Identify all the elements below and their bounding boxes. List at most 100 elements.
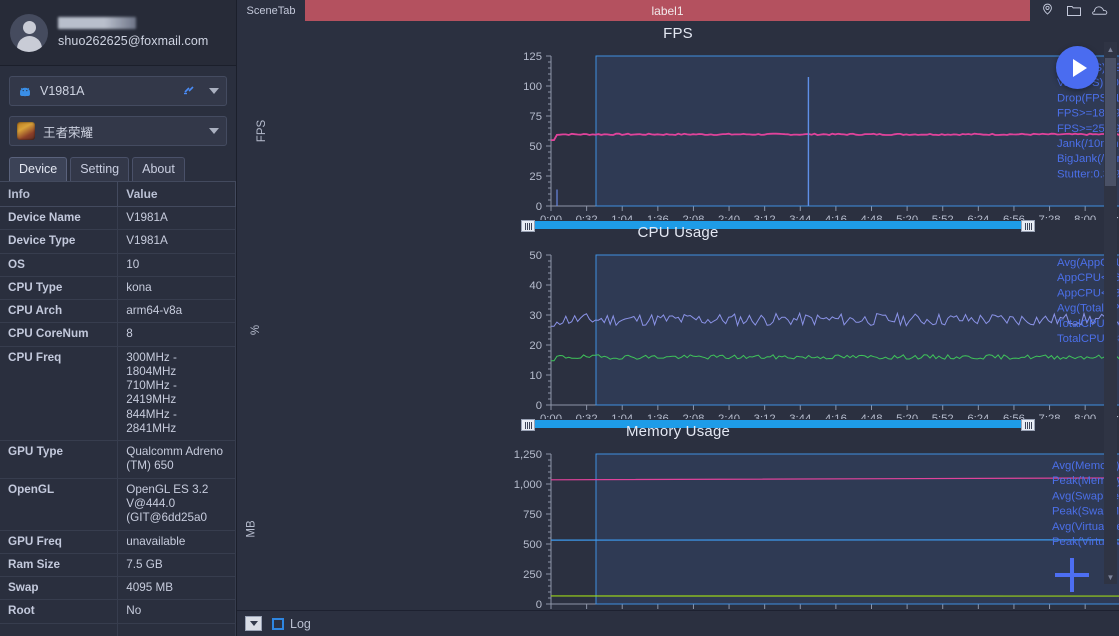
info-value: unavailable [117,530,236,554]
info-key: CPU Freq [0,346,119,442]
account-panel: shuo262625@foxmail.com [0,0,236,66]
table-row[interactable]: Device Name V1981A [0,206,236,231]
info-key: CPU Arch [0,299,119,324]
y-tick-label: 10 [529,370,542,382]
y-tick-label: 750 [523,509,542,521]
y-tick-label: 1,250 [514,449,542,461]
location-icon[interactable] [1040,3,1055,18]
info-value: 4095 MB [117,576,236,601]
chart-memory: Memory UsageMB02505007501,0001,2500:000:… [237,419,1119,610]
info-key: Root [0,599,119,624]
info-key: GPU Type [0,440,119,479]
log-checkbox[interactable] [272,617,284,630]
info-value: 300MHz - 1804MHz 710MHz - 2419MHz 844MHz -… [117,346,236,442]
log-label: Log [290,616,311,631]
y-tick-label: 1,000 [514,479,542,491]
col-value: Value [117,182,236,207]
log-toggle[interactable]: Log [272,617,311,631]
table-row[interactable]: OS 10 [0,253,236,277]
device-select-value: V1981A [40,84,85,98]
account-email: shuo262625@foxmail.com [58,34,209,48]
plot-area[interactable]: FPS 0 25 50 75 100 125 0:00 0:32 1:04 1:36 2:08 2:40… [237,42,1119,220]
status-bar: Log [237,610,1119,636]
chevron-down-icon[interactable] [209,88,219,94]
scroll-up-arrow[interactable]: ▲ [1104,42,1117,56]
device-info-table: Info Value Device Name V1981A Device Type V… [0,182,236,636]
y-tick-label: 50 [529,250,542,262]
selection-region[interactable] [595,254,1119,406]
link-icon[interactable] [182,83,197,99]
y-tick-label: 40 [529,280,542,292]
main-pane: SceneTab label1 FPS FPS 0 25 50 75 100 125 0:00 0… [237,0,1119,636]
selectors: V1981A 王者荣耀 [0,66,236,156]
device-info-table-wrap: Info Value Device Name V1981A Device Type V… [0,181,236,636]
info-value: 10 [117,253,236,277]
selection-region[interactable] [595,453,1119,605]
chart-svg: 02505007501,0001,2500:000:321:041:362:08… [514,449,1119,610]
app-select[interactable]: 王者荣耀 [9,116,227,146]
table-row[interactable]: Ram Size 7.5 GB [0,553,236,578]
info-key: OS [0,253,119,277]
info-value: 7.5 GB [117,553,236,578]
scene-tab[interactable]: SceneTab [237,0,305,21]
table-row[interactable]: CPU Type kona [0,276,236,301]
table-row[interactable]: CPU Freq 300MHz - 1804MHz 710MHz - 2419MHz… [0,346,236,442]
table-row-empty [0,623,236,636]
scene-label[interactable]: label1 [305,0,1030,21]
avatar[interactable] [10,13,48,52]
scrollbar-thumb[interactable] [1105,58,1116,186]
tab-setting[interactable]: Setting [70,157,130,181]
info-value: arm64-v8a [117,299,236,324]
device-select[interactable]: V1981A [9,76,227,106]
info-key: OpenGL [0,478,119,531]
y-tick-label: 0 [536,599,542,610]
plot-area[interactable]: MB02505007501,0001,2500:000:321:041:362:… [237,440,1119,610]
info-value [117,623,236,636]
y-tick-label: 30 [529,310,542,322]
table-row[interactable]: GPU Freq unavailable [0,530,236,554]
y-tick-label: 100 [523,81,542,93]
table-row[interactable]: Swap 4095 MB [0,576,236,601]
chart-title: FPS [663,25,693,42]
game-icon [17,122,35,140]
selection-region[interactable] [595,55,1119,207]
table-row[interactable]: OpenGL OpenGL ES 3.2 V@444.0 (GIT@6dd25a0 [0,478,236,531]
info-value: OpenGL ES 3.2 V@444.0 (GIT@6dd25a0 [117,478,236,531]
table-header-row: Info Value [0,182,236,207]
col-info: Info [0,182,119,207]
play-icon [1072,58,1087,77]
info-value: 8 [117,322,236,347]
y-tick-label: 0 [536,201,542,213]
table-row[interactable]: CPU Arch arm64-v8a [0,299,236,324]
info-value: V1981A [117,229,236,254]
chart-cpu: CPU Usage% 0 10 20 30 40 50 0:00 0:32 1:04 1:36 2:0… [237,220,1119,431]
table-row[interactable]: GPU Type Qualcomm Adreno (TM) 650 [0,440,236,479]
info-key: Device Name [0,206,119,231]
folder-icon[interactable] [1066,3,1082,18]
tab-about[interactable]: About [132,157,185,181]
add-chart-button[interactable] [1055,558,1089,592]
plot-area[interactable]: % 0 10 20 30 40 50 0:00 0:32 1:04 1:36 2:08 2:40 3:12… [237,241,1119,419]
table-row[interactable]: Root No [0,599,236,624]
cloud-icon[interactable] [1091,3,1109,18]
collapse-button[interactable] [245,616,262,631]
app-select-value: 王者荣耀 [43,125,94,140]
y-tick-label: 50 [529,141,542,153]
table-row[interactable]: Device Type V1981A [0,229,236,254]
play-button[interactable] [1056,46,1099,89]
chart-title: CPU Usage [637,224,719,241]
tab-device[interactable]: Device [9,157,68,181]
y-tick-label: 125 [523,51,542,63]
chevron-down-icon[interactable] [209,128,219,134]
table-row[interactable]: CPU CoreNum 8 [0,322,236,347]
y-tick-label: 0 [536,400,542,412]
info-value: V1981A [117,206,236,231]
scroll-down-arrow[interactable]: ▼ [1104,570,1117,584]
info-key: Device Type [0,229,119,254]
charts-area: FPS FPS 0 25 50 75 100 125 0:00 0:32 1:04 1:36 2:08 2… [237,21,1119,610]
chart-title: Memory Usage [625,423,731,440]
y-tick-label: 75 [529,111,542,123]
chart-svg: 02550751001250:00 0:32 1:04 1:36 2:08 2:40 3:1… [523,51,1119,220]
y-tick-label: 20 [529,340,542,352]
vertical-scrollbar[interactable]: ▲ ▼ [1104,42,1117,584]
